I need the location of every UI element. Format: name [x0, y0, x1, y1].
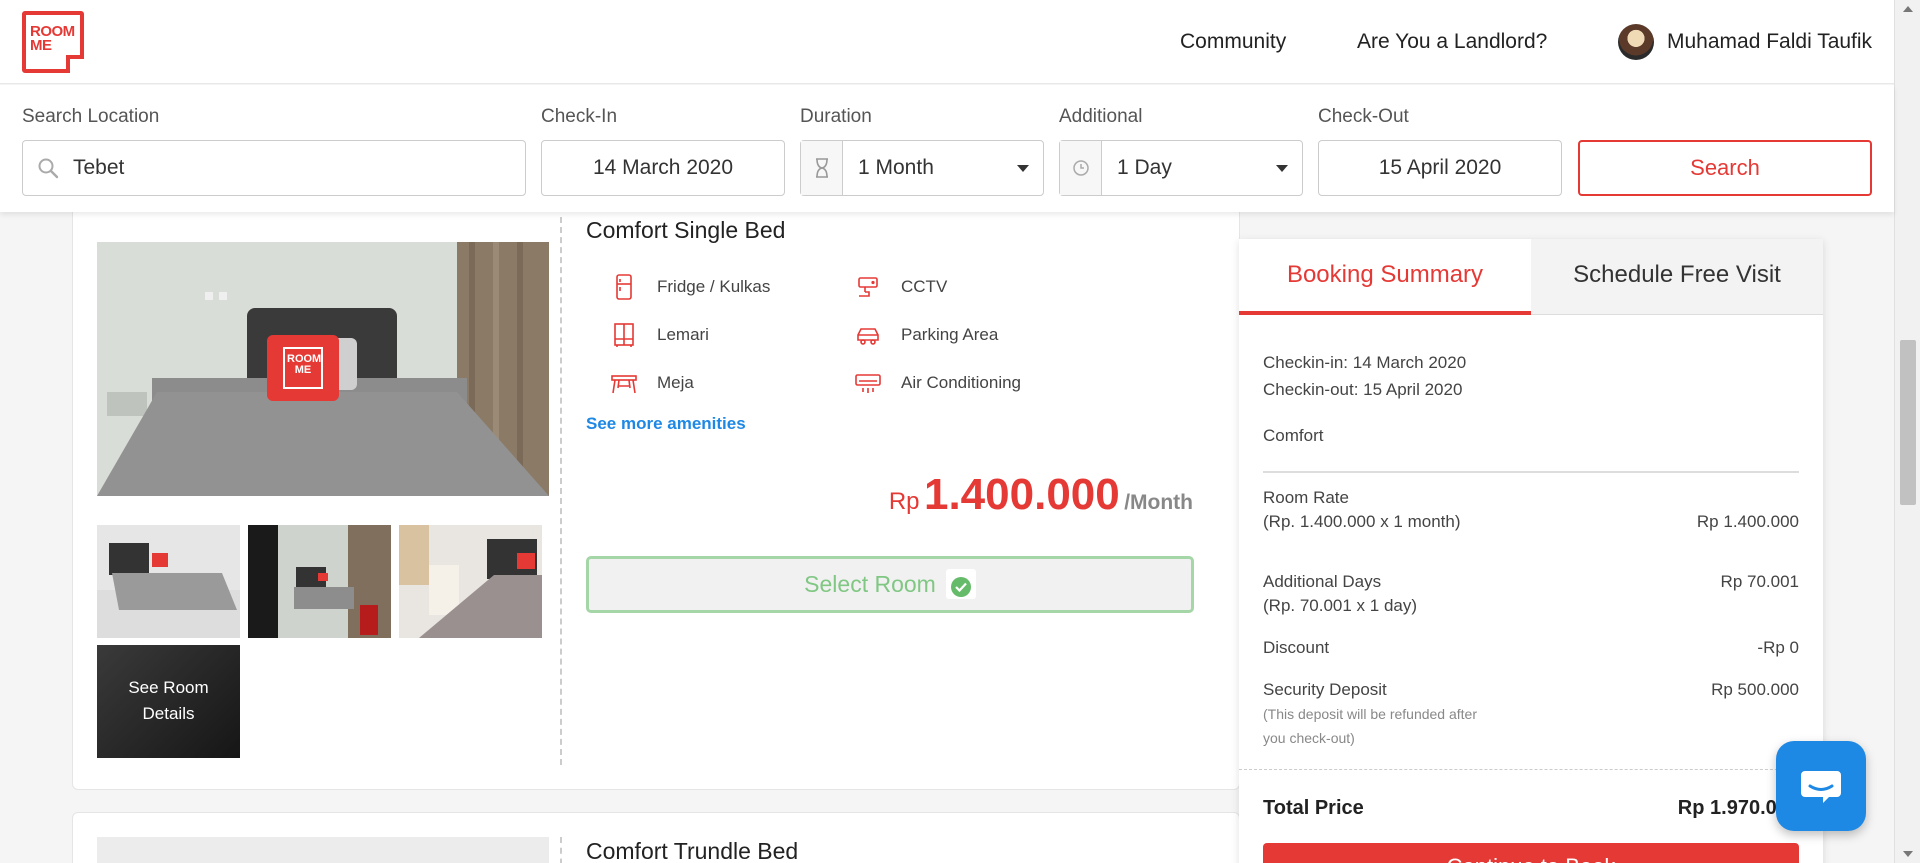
additional-days-value: Rp 70.001 [1720, 572, 1799, 591]
table-icon [611, 375, 637, 394]
location-value: Tebet [73, 156, 125, 179]
page-scrollbar[interactable] [1894, 0, 1920, 863]
room-title: Comfort Trundle Bed [586, 838, 799, 863]
room-card: ROOM ME See Room Details Comfort Single Be… [72, 212, 1240, 790]
user-avatar[interactable] [1618, 24, 1654, 60]
summary-divider [1239, 769, 1823, 770]
car-icon [857, 328, 879, 345]
wardrobe-icon [614, 323, 634, 347]
room-rate-detail: (Rp. 1.400.000 x 1 month) [1263, 512, 1461, 531]
summary-divider [1263, 471, 1799, 473]
amenity-label: Fridge / Kulkas [657, 277, 771, 296]
summary-room-type: Comfort [1263, 426, 1324, 445]
checkout-value: 15 April 2020 [1378, 156, 1502, 179]
duration-label: Duration [800, 106, 872, 127]
chevron-down-icon [1276, 165, 1288, 172]
logo-notch [66, 55, 84, 73]
chevron-down-icon [1017, 165, 1029, 172]
clock-icon [1060, 141, 1102, 195]
summary-checkout: Checkin-out: 15 April 2020 [1263, 380, 1463, 399]
amenity-label: Lemari [657, 325, 709, 344]
price-period: /Month [1124, 491, 1193, 514]
continue-to-book-button[interactable]: Continue to Book [1263, 843, 1799, 863]
additional-days-label: Additional Days [1263, 572, 1382, 591]
check-circle-icon [945, 568, 976, 599]
card-divider [560, 217, 562, 765]
logo-text: ROOM ME [30, 23, 75, 54]
room-rate-value: Rp 1.400.000 [1696, 512, 1799, 531]
amenity-label: CCTV [901, 277, 948, 296]
total-price-label: Total Price [1263, 797, 1364, 819]
checkout-input[interactable]: 15 April 2020 [1318, 140, 1562, 196]
price-amount: 1.400.000 [923, 470, 1120, 519]
additional-select[interactable]: 1 Day [1059, 140, 1303, 196]
discount-value: -Rp 0 [1757, 638, 1799, 657]
room-thumbnail[interactable] [248, 525, 391, 638]
tab-schedule-free-visit[interactable]: Schedule Free Visit [1531, 239, 1823, 315]
tab-booking-summary[interactable]: Booking Summary [1239, 239, 1531, 315]
pillow-logo: ROOM ME [283, 347, 323, 389]
select-room-button[interactable]: Select Room [586, 556, 1194, 613]
nav-landlord-link[interactable]: Are You a Landlord? [1357, 30, 1547, 54]
deposit-label: Security Deposit [1263, 680, 1387, 699]
price-currency: Rp [888, 488, 920, 515]
search-icon [38, 158, 59, 179]
roomme-logo[interactable]: ROOM ME [22, 11, 84, 73]
discount-label: Discount [1263, 638, 1330, 657]
see-more-amenities-link[interactable]: See more amenities [586, 414, 746, 434]
duration-select[interactable]: 1 Month [800, 140, 1044, 196]
nav-community-link[interactable]: Community [1180, 30, 1286, 54]
hourglass-icon [801, 141, 843, 195]
location-input[interactable]: Tebet [22, 140, 526, 196]
cctv-icon [858, 277, 878, 297]
room-title: Comfort Single Bed [586, 217, 786, 243]
checkin-label: Check-In [541, 106, 618, 127]
ac-icon [855, 374, 881, 393]
additional-value: 1 Day [1117, 156, 1172, 179]
room-price: Rp 1.400.000 /Month [889, 470, 1193, 520]
room-thumbnail[interactable] [97, 525, 240, 638]
room-thumbnail[interactable] [399, 525, 542, 638]
search-bar: Search Location Tebet Check-In 14 March … [0, 85, 1894, 212]
amenity-label: Meja [657, 373, 694, 392]
select-room-label: Select Room [804, 571, 936, 597]
chat-icon [1801, 771, 1841, 803]
top-navigation: ROOM ME Community Are You a Landlord? Muh… [0, 0, 1894, 84]
room-main-photo[interactable] [97, 837, 549, 863]
scroll-up-icon[interactable] [1903, 6, 1913, 12]
location-label: Search Location [22, 106, 160, 127]
deposit-note: (This deposit will be refunded after you … [1263, 706, 1477, 746]
scrollbar-thumb[interactable] [1900, 340, 1916, 505]
chat-button[interactable] [1776, 741, 1866, 831]
booking-summary-panel: Booking Summary Schedule Free Visit Chec… [1239, 239, 1823, 863]
amenity-label: Parking Area [901, 325, 999, 344]
checkin-value: 14 March 2020 [592, 156, 734, 179]
deposit-value: Rp 500.000 [1711, 680, 1799, 699]
user-name-link[interactable]: Muhamad Faldi Taufik [1667, 30, 1872, 54]
room-card: Comfort Trundle Bed [72, 812, 1240, 863]
amenity-label: Air Conditioning [901, 373, 1022, 392]
checkout-label: Check-Out [1318, 106, 1409, 127]
additional-label: Additional [1059, 106, 1143, 127]
card-divider [560, 837, 562, 863]
room-main-photo[interactable]: ROOM ME [97, 242, 549, 496]
summary-checkin: Checkin-in: 14 March 2020 [1263, 353, 1467, 372]
fridge-icon [616, 274, 632, 300]
additional-days-detail: (Rp. 70.001 x 1 day) [1263, 596, 1418, 615]
see-room-details-button[interactable]: See Room Details [97, 645, 240, 758]
search-button[interactable]: Search [1578, 140, 1872, 196]
room-rate-label: Room Rate [1263, 488, 1349, 507]
scroll-down-icon[interactable] [1903, 851, 1913, 857]
duration-value: 1 Month [858, 156, 934, 179]
checkin-input[interactable]: 14 March 2020 [541, 140, 785, 196]
pillow: ROOM ME [267, 335, 339, 401]
